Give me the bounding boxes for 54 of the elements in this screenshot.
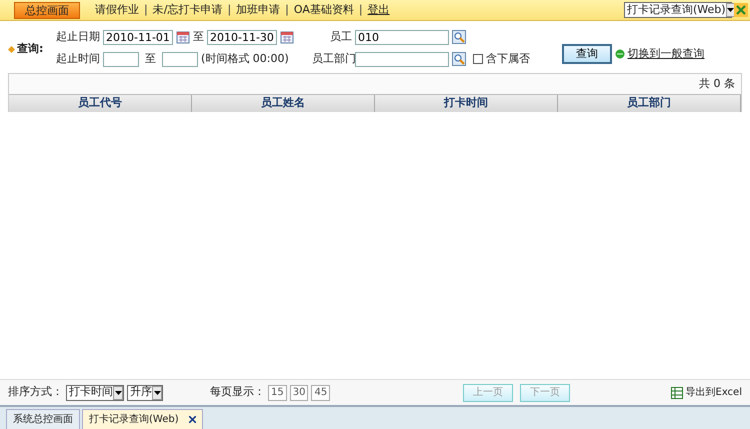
menu-separator: | (144, 2, 148, 18)
time-from-field[interactable] (103, 52, 139, 66)
window-select[interactable]: 打卡记录查询(Web) (624, 2, 732, 18)
department-field[interactable] (355, 52, 449, 66)
calendar-icon[interactable] (280, 30, 294, 44)
page-size-button[interactable]: 30 (290, 384, 308, 400)
switch-icon (614, 49, 625, 59)
sort-order-select[interactable]: 升序 (127, 384, 163, 400)
dropdown-arrow-icon[interactable] (726, 8, 734, 12)
query-label: 查询: (17, 40, 44, 57)
column-header[interactable]: 员工代号 (9, 95, 192, 112)
export-excel-link[interactable]: 导出到Excel (686, 385, 742, 400)
dropdown-arrow-icon[interactable] (114, 390, 122, 394)
checkbox-label: 含下属否 (486, 50, 530, 67)
search-button[interactable]: 查询 (562, 44, 612, 64)
lookup-icon[interactable] (452, 52, 466, 66)
date-from-field[interactable]: 2010-11-01 (103, 30, 173, 44)
field-label: 至 (145, 50, 156, 67)
menu-separator: | (358, 2, 363, 18)
tab[interactable]: 打卡记录查询(Web) (82, 409, 203, 429)
menu-item[interactable]: OA基础资料 (288, 2, 359, 18)
field-label: 起止时间 (56, 50, 100, 67)
menu-separator: | (227, 2, 232, 18)
tab[interactable]: 系统总控画面 (6, 409, 80, 429)
menu-item[interactable]: 加班申请 (231, 2, 286, 18)
date-to-field[interactable]: 2010-11-30 (207, 30, 277, 44)
column-header[interactable]: 员工部门 (558, 95, 741, 112)
field-label: 至 (193, 28, 204, 45)
menu-item[interactable]: 未/忘打卡申请 (148, 2, 228, 18)
logout-link[interactable]: 登出 (362, 2, 395, 18)
hint-text: (时间格式 00:00) (201, 50, 289, 67)
menu-separator: | (285, 2, 289, 18)
employee-field[interactable]: 010 (355, 30, 449, 44)
lookup-icon[interactable] (452, 30, 466, 44)
checkbox[interactable] (473, 54, 483, 64)
close-icon[interactable] (188, 416, 196, 423)
calendar-icon[interactable] (176, 30, 190, 44)
diamond-icon (8, 46, 15, 52)
field-label: 起止日期 (56, 28, 100, 45)
spreadsheet-icon[interactable] (670, 386, 682, 398)
record-count: 共 0 条 (699, 76, 735, 92)
sort-label: 排序方式： (8, 384, 63, 400)
switch-query-link[interactable]: 切换到一般查询 (628, 46, 704, 62)
column-header[interactable]: 打卡时间 (375, 95, 558, 112)
home-button[interactable]: 总控画面 (14, 2, 80, 18)
dropdown-arrow-icon[interactable] (154, 390, 160, 394)
page-size-label: 每页显示： (210, 384, 265, 400)
sort-field-select[interactable]: 打卡时间 (66, 384, 124, 400)
menu-item[interactable]: 请假作业 (90, 2, 144, 18)
time-to-field[interactable] (162, 52, 198, 66)
field-label: 员工 (329, 28, 352, 45)
page-size-button[interactable]: 15 (268, 384, 287, 400)
column-header[interactable]: 员工姓名 (192, 95, 375, 112)
page-size-button[interactable]: 45 (311, 384, 330, 400)
